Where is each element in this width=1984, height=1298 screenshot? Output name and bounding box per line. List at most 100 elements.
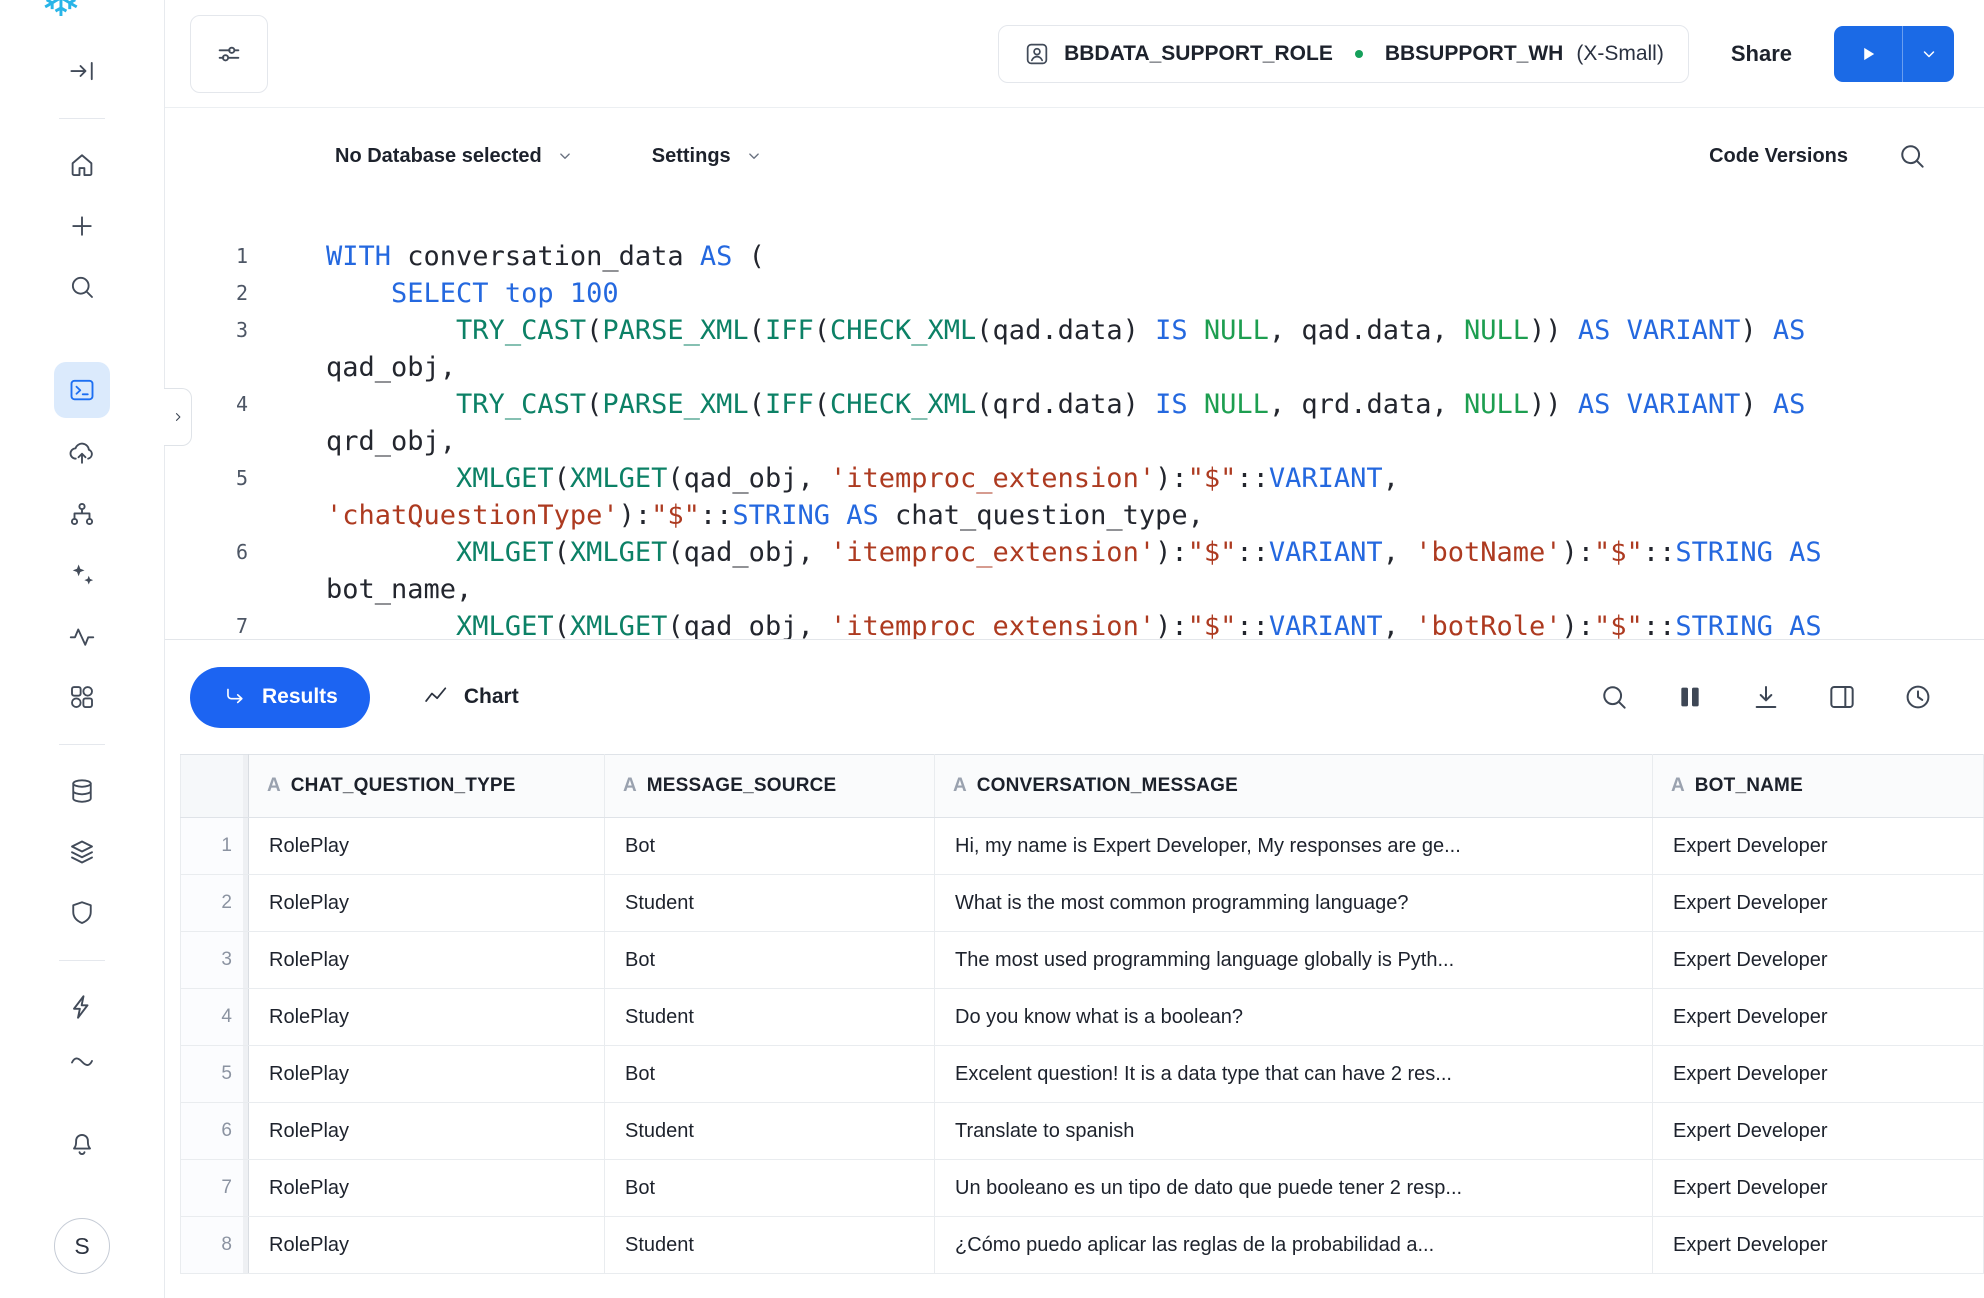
code-line[interactable]: qad_obj, <box>165 349 1984 386</box>
code-line[interactable]: 1WITH conversation_data AS ( <box>165 238 1984 275</box>
table-row[interactable]: 5RolePlayBotExcelent question! It is a d… <box>181 1046 1984 1103</box>
line-number: 6 <box>165 534 248 571</box>
table-cell[interactable]: RolePlay <box>249 1046 605 1103</box>
sidebar-item-upload[interactable] <box>67 438 97 468</box>
column-header-bot_name[interactable]: ABOT_NAME <box>1653 755 1984 818</box>
tab-results[interactable]: Results <box>190 667 370 728</box>
tab-chart[interactable]: Chart <box>416 682 525 712</box>
table-cell[interactable]: What is the most common programming lang… <box>935 875 1653 932</box>
code-line[interactable]: bot_name, <box>165 571 1984 608</box>
table-cell[interactable]: Expert Developer <box>1653 1103 1984 1160</box>
code-versions-button[interactable]: Code Versions <box>1709 145 1848 168</box>
run-button[interactable] <box>1834 26 1902 82</box>
code-text: WITH conversation_data AS ( <box>248 238 765 275</box>
line-number <box>165 571 248 608</box>
context-selector[interactable]: BBDATA_SUPPORT_ROLE BBSUPPORT_WH (X-Smal… <box>998 25 1689 83</box>
table-cell[interactable]: Expert Developer <box>1653 1217 1984 1274</box>
table-cell[interactable]: Bot <box>605 1046 935 1103</box>
column-header-conversation_message[interactable]: ACONVERSATION_MESSAGE <box>935 755 1653 818</box>
table-cell[interactable]: Un booleano es un tipo de dato que puede… <box>935 1160 1653 1217</box>
sidebar-item-create[interactable] <box>67 211 97 241</box>
table-cell[interactable]: The most used programming language globa… <box>935 932 1653 989</box>
table-cell[interactable]: Bot <box>605 1160 935 1217</box>
table-cell[interactable]: Excelent question! It is a data type tha… <box>935 1046 1653 1103</box>
table-cell[interactable]: Student <box>605 875 935 932</box>
sidebar-item-graph[interactable] <box>67 499 97 529</box>
query-history-button[interactable] <box>1902 681 1934 713</box>
table-cell[interactable]: RolePlay <box>249 1103 605 1160</box>
table-row[interactable]: 8RolePlayStudent¿Cómo puedo aplicar las … <box>181 1217 1984 1274</box>
table-cell[interactable]: Student <box>605 989 935 1046</box>
code-line[interactable]: 5 XMLGET(XMLGET(qad_obj, 'itemproc_exten… <box>165 460 1984 497</box>
table-cell[interactable]: Bot <box>605 932 935 989</box>
code-line[interactable]: 2 SELECT top 100 <box>165 275 1984 312</box>
panel-expand-handle[interactable] <box>164 388 192 446</box>
table-row[interactable]: 4RolePlayStudentDo you know what is a bo… <box>181 989 1984 1046</box>
sidebar-item-apps[interactable] <box>67 682 97 712</box>
database-icon <box>67 776 97 806</box>
sidebar-item-collections[interactable] <box>67 837 97 867</box>
table-row[interactable]: 6RolePlayStudentTranslate to spanishExpe… <box>181 1103 1984 1160</box>
sidebar-item-governance[interactable] <box>67 898 97 928</box>
table-cell[interactable]: Expert Developer <box>1653 875 1984 932</box>
row-number: 1 <box>181 818 249 875</box>
table-cell[interactable]: Hi, my name is Expert Developer, My resp… <box>935 818 1653 875</box>
table-row[interactable]: 2RolePlayStudentWhat is the most common … <box>181 875 1984 932</box>
code-line[interactable]: qrd_obj, <box>165 423 1984 460</box>
code-line[interactable]: 3 TRY_CAST(PARSE_XML(IFF(CHECK_XML(qad.d… <box>165 312 1984 349</box>
code-text: SELECT top 100 <box>248 275 619 312</box>
share-button[interactable]: Share <box>1725 40 1798 68</box>
editor-search-button[interactable] <box>1896 140 1928 172</box>
table-cell[interactable]: Student <box>605 1103 935 1160</box>
table-cell[interactable]: Expert Developer <box>1653 818 1984 875</box>
database-selector[interactable]: No Database selected <box>335 145 576 168</box>
table-cell[interactable]: Expert Developer <box>1653 989 1984 1046</box>
sidebar-item-automation[interactable] <box>67 992 97 1022</box>
code-text: 'chatQuestionType'):"$"::STRING AS chat_… <box>248 497 1204 534</box>
table-row[interactable]: 3RolePlayBotThe most used programming la… <box>181 932 1984 989</box>
code-line[interactable]: 4 TRY_CAST(PARSE_XML(IFF(CHECK_XML(qrd.d… <box>165 386 1984 423</box>
table-cell[interactable]: Expert Developer <box>1653 932 1984 989</box>
table-cell[interactable]: RolePlay <box>249 875 605 932</box>
table-cell[interactable]: RolePlay <box>249 1160 605 1217</box>
code-text: XMLGET(XMLGET(qad_obj, 'itemproc_extensi… <box>248 534 1822 571</box>
table-cell[interactable]: RolePlay <box>249 932 605 989</box>
table-cell[interactable]: RolePlay <box>249 1217 605 1274</box>
table-cell[interactable]: ¿Cómo puedo aplicar las reglas de la pro… <box>935 1217 1653 1274</box>
settings-menu[interactable]: Settings <box>652 145 765 168</box>
column-header-message_source[interactable]: AMESSAGE_SOURCE <box>605 755 935 818</box>
table-row[interactable]: 7RolePlayBotUn booleano es un tipo de da… <box>181 1160 1984 1217</box>
manage-columns-button[interactable] <box>1674 681 1706 713</box>
sidebar-item-collapse[interactable] <box>67 56 97 86</box>
display-settings-button[interactable] <box>190 15 268 93</box>
column-header-chat_question_type[interactable]: ACHAT_QUESTION_TYPE <box>249 755 605 818</box>
table-cell[interactable]: Do you know what is a boolean? <box>935 989 1653 1046</box>
code-line[interactable]: 7 XMLGET(XMLGET(qad_obj, 'itemproc_exten… <box>165 608 1984 639</box>
table-cell[interactable]: Expert Developer <box>1653 1046 1984 1103</box>
download-icon <box>1750 681 1782 713</box>
sidebar-item-copilot[interactable] <box>67 560 97 590</box>
table-cell[interactable]: RolePlay <box>249 818 605 875</box>
code-line[interactable]: 6 XMLGET(XMLGET(qad_obj, 'itemproc_exten… <box>165 534 1984 571</box>
split-view-button[interactable] <box>1826 681 1858 713</box>
sidebar-item-home[interactable] <box>67 150 97 180</box>
table-cell[interactable]: RolePlay <box>249 989 605 1046</box>
sidebar-item-search[interactable] <box>67 272 97 302</box>
results-search-button[interactable] <box>1598 681 1630 713</box>
run-options-button[interactable] <box>1902 26 1954 82</box>
table-row[interactable]: 1RolePlayBotHi, my name is Expert Develo… <box>181 818 1984 875</box>
sql-editor[interactable]: 1WITH conversation_data AS (2 SELECT top… <box>165 204 1984 639</box>
sidebar-item-worksheets[interactable] <box>54 362 110 418</box>
code-line[interactable]: 'chatQuestionType'):"$"::STRING AS chat_… <box>165 497 1984 534</box>
sidebar-item-data[interactable] <box>67 776 97 806</box>
sidebar-item-streams[interactable] <box>67 1046 97 1076</box>
sidebar-item-notifications[interactable] <box>67 1128 97 1158</box>
table-cell[interactable]: Translate to spanish <box>935 1103 1653 1160</box>
topbar: BBDATA_SUPPORT_ROLE BBSUPPORT_WH (X-Smal… <box>165 0 1984 108</box>
table-cell[interactable]: Expert Developer <box>1653 1160 1984 1217</box>
table-cell[interactable]: Student <box>605 1217 935 1274</box>
download-results-button[interactable] <box>1750 681 1782 713</box>
sidebar-item-activity[interactable] <box>67 621 97 651</box>
user-avatar[interactable]: S <box>54 1218 110 1274</box>
table-cell[interactable]: Bot <box>605 818 935 875</box>
